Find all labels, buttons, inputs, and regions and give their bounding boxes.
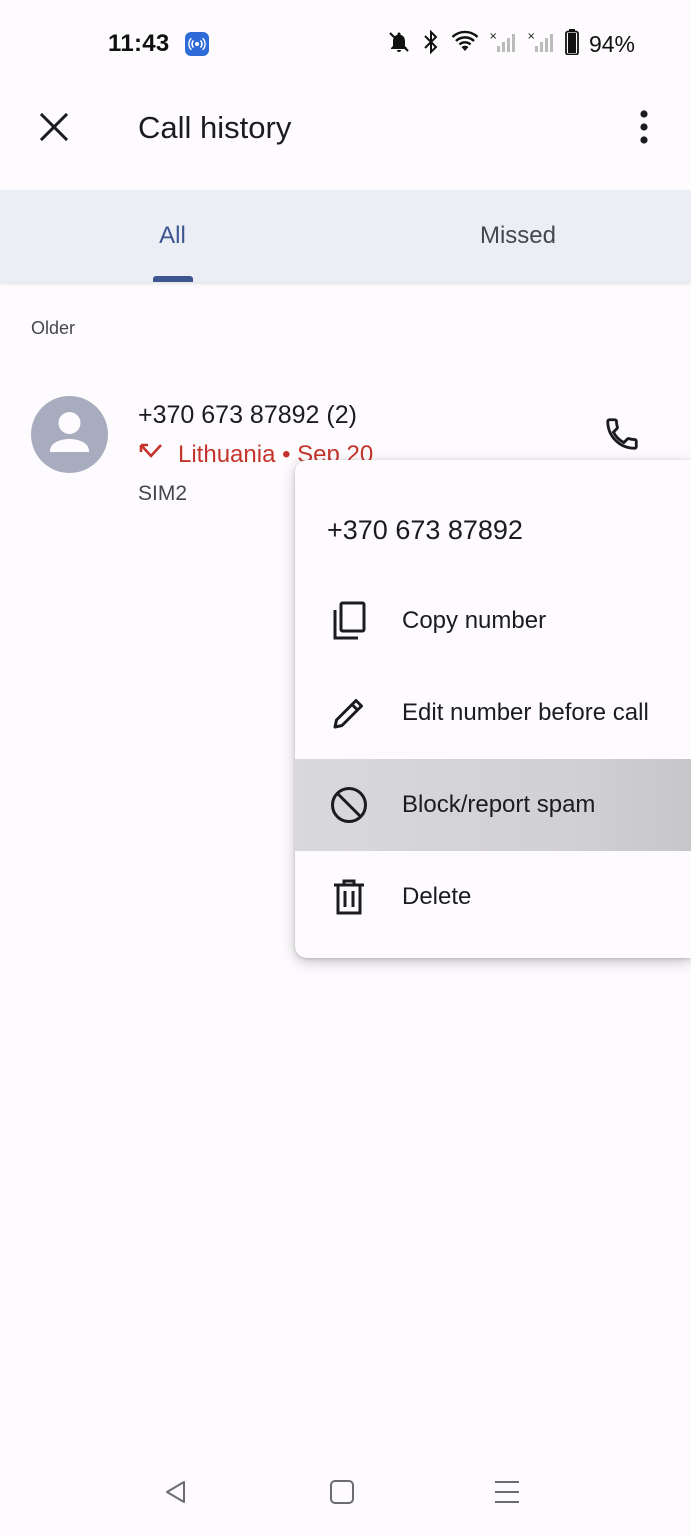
- context-menu: +370 673 87892 Copy number Edit number b…: [295, 460, 691, 958]
- status-bar: 11:43 × × 94%: [0, 0, 691, 88]
- cast-icon: [185, 32, 209, 56]
- bluetooth-icon: [421, 29, 441, 60]
- menu-item-copy-number[interactable]: Copy number: [295, 575, 691, 667]
- nav-recents-button[interactable]: [483, 1470, 531, 1518]
- block-icon: [325, 781, 373, 829]
- back-icon: [163, 1479, 189, 1510]
- bell-off-icon: [387, 30, 411, 59]
- person-icon: [50, 412, 89, 452]
- more-options-button[interactable]: [620, 105, 668, 153]
- more-vert-icon: [639, 109, 649, 149]
- avatar[interactable]: [31, 396, 108, 473]
- copy-icon: [325, 597, 373, 645]
- trash-icon: [325, 873, 373, 921]
- svg-text:×: ×: [489, 31, 497, 42]
- call-sim: SIM2: [138, 482, 188, 505]
- page-title: Call history: [138, 110, 292, 145]
- tab-bar: All Missed: [0, 190, 691, 282]
- svg-text:×: ×: [527, 31, 535, 42]
- menu-item-edit-number[interactable]: Edit number before call: [295, 667, 691, 759]
- battery-percent: 94%: [588, 30, 635, 57]
- menu-item-label: Block/report spam: [402, 791, 596, 818]
- menu-item-delete[interactable]: Delete: [295, 851, 691, 943]
- section-label: Older: [31, 318, 76, 338]
- menu-item-label: Edit number before call: [402, 699, 649, 726]
- menu-item-label: Copy number: [402, 607, 547, 634]
- navigation-bar: [0, 1450, 691, 1536]
- call-button[interactable]: [598, 412, 646, 460]
- menu-title: +370 673 87892: [327, 515, 523, 545]
- menu-item-block-report-spam[interactable]: Block/report spam: [295, 759, 691, 851]
- pencil-icon: [325, 689, 373, 737]
- status-icons: × × 94%: [387, 28, 635, 60]
- recents-icon: [493, 1479, 521, 1510]
- menu-item-label: Delete: [402, 883, 472, 910]
- wifi-icon: [451, 30, 479, 59]
- battery-icon: [565, 28, 579, 60]
- home-icon: [329, 1479, 355, 1510]
- tab-indicator: [153, 276, 193, 282]
- tab-missed[interactable]: Missed: [345, 190, 691, 282]
- phone-icon: [603, 415, 641, 458]
- nav-home-button[interactable]: [318, 1470, 366, 1518]
- signal-sim2-icon: ×: [527, 30, 555, 59]
- signal-sim1-icon: ×: [489, 30, 517, 59]
- tab-all[interactable]: All: [0, 190, 345, 282]
- close-button[interactable]: [30, 105, 78, 153]
- call-number[interactable]: +370 673 87892 (2): [138, 401, 357, 430]
- status-time: 11:43: [108, 30, 170, 57]
- nav-back-button[interactable]: [152, 1470, 200, 1518]
- missed-call-icon: [138, 441, 164, 469]
- close-icon: [39, 112, 69, 147]
